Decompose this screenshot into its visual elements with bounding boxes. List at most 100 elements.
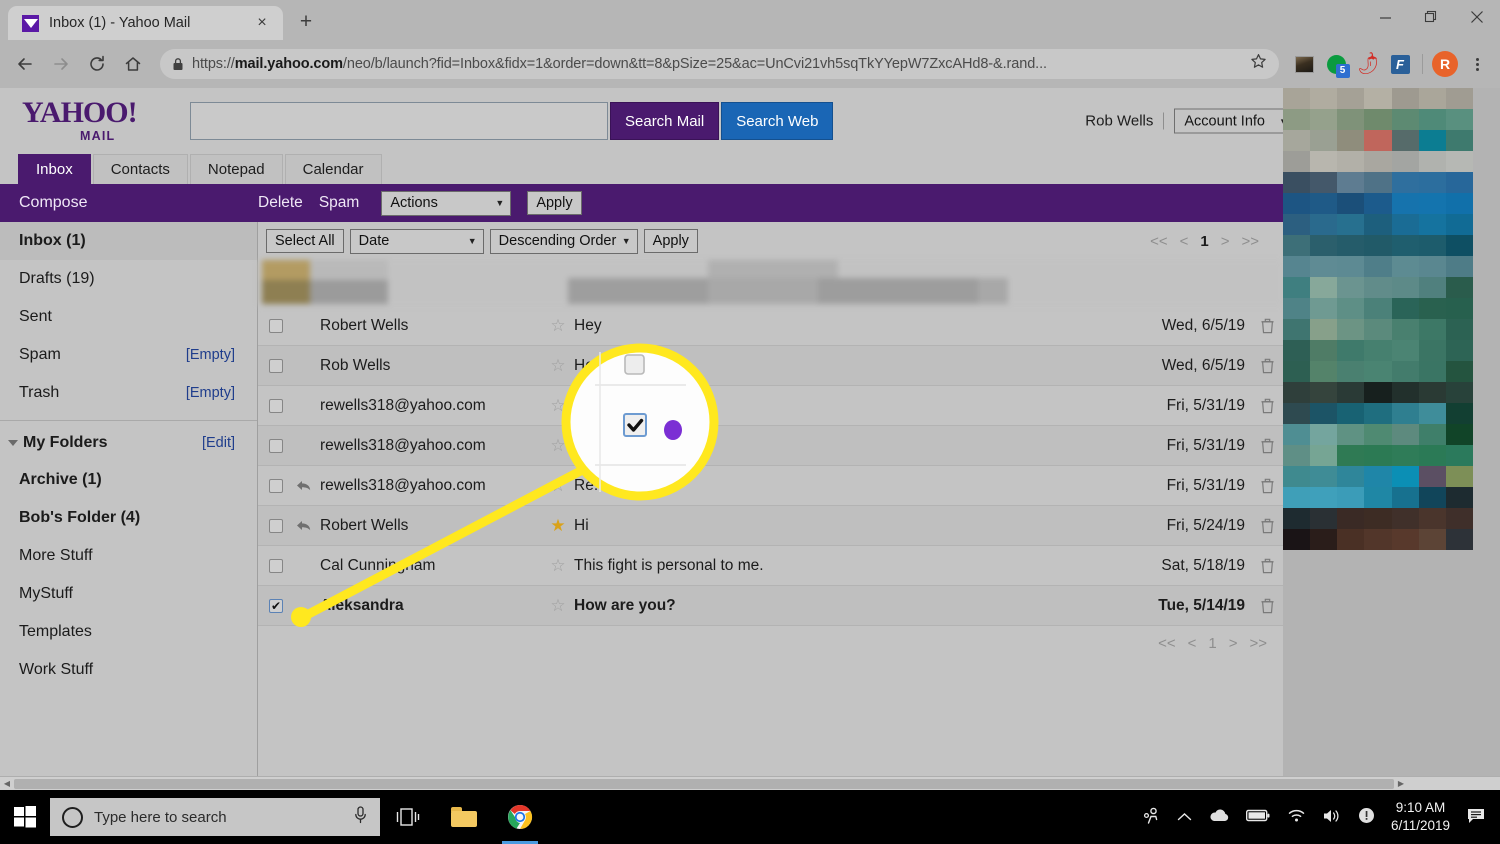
start-button[interactable] [0,790,50,844]
extension-chili-icon[interactable]: 🌶 [1353,49,1383,79]
extension-photo-icon[interactable] [1289,49,1319,79]
extension-green-icon[interactable]: 5 [1321,49,1351,79]
account-info-select[interactable]: Account Info ▼ [1174,108,1295,134]
show-hidden-icons-chevron-up-icon[interactable] [1177,810,1192,825]
page-horizontal-scrollbar[interactable]: ◀ ▶ [0,776,1500,790]
sidebar-item-templates[interactable]: Templates [0,613,257,651]
table-row[interactable]: rewells318@yahoo.com ☆ Re: Hi Fri, 5/31/19 [258,386,1283,426]
close-tab-icon[interactable]: × [251,12,273,34]
chrome-menu-icon[interactable] [1462,49,1492,79]
sidebar-item-more-stuff[interactable]: More Stuff [0,537,257,575]
actions-select[interactable]: Actions ▼ [381,190,512,216]
tab-contacts[interactable]: Contacts [92,154,188,184]
message-checkbox[interactable] [269,438,283,453]
star-icon[interactable]: ☆ [542,356,574,376]
search-input[interactable] [190,102,608,140]
apply-sort-button[interactable]: Apply [643,229,698,253]
message-checkbox[interactable] [269,478,283,493]
taskbar-search-box[interactable]: Type here to search [50,798,380,836]
page-first-button[interactable]: << [1158,635,1176,652]
message-checkbox[interactable] [269,558,283,573]
message-checkbox[interactable] [269,518,283,533]
sidebar-item-work-stuff[interactable]: Work Stuff [0,651,257,689]
maximize-restore-icon[interactable] [1408,0,1454,34]
message-subject[interactable]: Hey [574,317,1119,335]
trash-icon[interactable] [1251,478,1283,494]
message-subject[interactable]: Hey [574,357,1119,375]
trash-icon[interactable] [1251,518,1283,534]
task-view-icon[interactable] [380,790,436,844]
microphone-icon[interactable] [353,806,368,828]
volume-icon[interactable] [1322,808,1342,827]
trash-icon[interactable] [1251,398,1283,414]
extension-f-icon[interactable]: F [1385,49,1415,79]
taskbar-clock[interactable]: 9:10 AM 6/11/2019 [1391,799,1450,835]
trash-icon[interactable] [1251,438,1283,454]
table-row[interactable]: Rob Wells ☆ Hey Wed, 6/5/19 [258,346,1283,386]
reload-icon[interactable] [80,47,114,81]
compose-button[interactable]: Compose [0,194,258,212]
notifications-icon[interactable] [1466,807,1486,828]
scrollbar-thumb[interactable] [14,778,1394,789]
message-subject[interactable]: Hi [574,517,1119,535]
scroll-left-icon[interactable]: ◀ [0,779,14,788]
table-row[interactable]: rewells318@yahoo.com ☆ Re: Hi Fri, 5/31/19 [258,466,1283,506]
message-subject[interactable]: This fight is personal to me. [574,557,1119,575]
message-checkbox[interactable] [269,358,283,373]
sort-field-select[interactable]: Date ▼ [349,228,484,254]
minimize-icon[interactable] [1362,0,1408,34]
message-checkbox[interactable] [269,398,283,413]
search-web-button[interactable]: Search Web [721,102,834,140]
star-icon[interactable]: ☆ [542,476,574,496]
table-row[interactable]: Robert Wells ☆ Hey Wed, 6/5/19 [258,306,1283,346]
star-icon[interactable]: ☆ [542,556,574,576]
sidebar-item-spam[interactable]: Spam [Empty] [0,336,257,374]
sidebar-item-trash[interactable]: Trash [Empty] [0,374,257,412]
scroll-right-icon[interactable]: ▶ [1394,779,1408,788]
page-last-button[interactable]: >> [1241,233,1259,250]
folder-empty-link[interactable]: [Empty] [186,347,235,363]
message-subject[interactable]: How are you? [574,597,1119,615]
message-subject[interactable]: Re: Hi [574,397,1119,415]
table-row[interactable]: rewells318@yahoo.com ☆ Re: Hi Fri, 5/31/19 [258,426,1283,466]
tab-notepad[interactable]: Notepad [189,154,283,184]
star-icon[interactable]: ☆ [542,436,574,456]
address-bar[interactable]: https://mail.yahoo.com/neo/b/launch?fid=… [160,49,1279,79]
apply-actions-button[interactable]: Apply [527,191,582,215]
profile-avatar[interactable]: R [1430,49,1460,79]
browser-tab[interactable]: Inbox (1) - Yahoo Mail × [8,6,283,40]
warning-icon[interactable] [1358,807,1375,827]
battery-icon[interactable] [1245,809,1271,825]
people-icon[interactable] [1141,807,1161,828]
table-row[interactable]: Robert Wells ★ Hi Fri, 5/24/19 [258,506,1283,546]
page-prev-button[interactable]: < [1180,233,1189,250]
close-window-icon[interactable] [1454,0,1500,34]
trash-icon[interactable] [1251,318,1283,334]
sidebar-item-sent[interactable]: Sent [0,298,257,336]
search-mail-button[interactable]: Search Mail [610,102,720,140]
back-icon[interactable] [8,47,42,81]
page-prev-button[interactable]: < [1188,635,1197,652]
spam-button[interactable]: Spam [319,194,360,212]
trash-icon[interactable] [1251,558,1283,574]
tab-calendar[interactable]: Calendar [284,154,382,184]
page-next-button[interactable]: > [1229,635,1238,652]
chrome-taskbar-icon[interactable] [492,790,548,844]
onedrive-cloud-icon[interactable] [1208,808,1230,826]
sidebar-item-archive-1[interactable]: Archive (1) [0,461,257,499]
edit-folders-link[interactable]: [Edit] [202,435,235,451]
page-last-button[interactable]: >> [1249,635,1267,652]
page-first-button[interactable]: << [1150,233,1168,250]
sort-order-select[interactable]: Descending Order ▼ [489,228,638,254]
message-subject[interactable]: Re: Hi [574,477,1119,495]
table-row[interactable]: ✔ Aleksandra ☆ How are you? Tue, 5/14/19 [258,586,1283,626]
yahoo-logo[interactable]: YAHOO! MAIL [18,98,190,143]
star-icon[interactable]: ☆ [542,596,574,616]
message-checkbox[interactable]: ✔ [269,598,283,613]
home-icon[interactable] [116,47,150,81]
my-folders-header[interactable]: My Folders [Edit] [0,425,257,461]
tab-inbox[interactable]: Inbox [18,154,91,184]
page-next-button[interactable]: > [1221,233,1230,250]
bookmark-star-icon[interactable] [1250,53,1267,75]
trash-icon[interactable] [1251,358,1283,374]
